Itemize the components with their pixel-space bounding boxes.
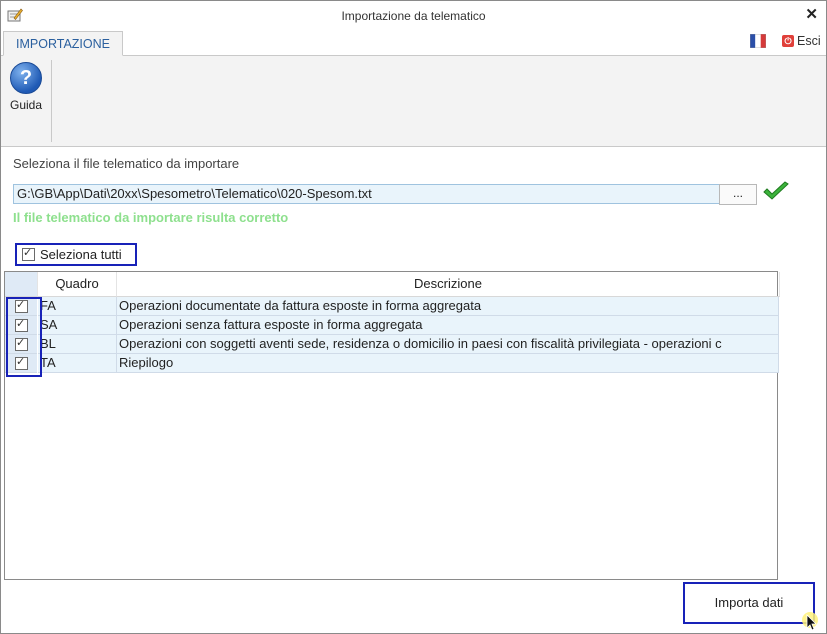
exit-label: Esci [797, 34, 821, 48]
tab-importazione[interactable]: IMPORTAZIONE [3, 31, 123, 56]
ribbon-divider [51, 60, 52, 142]
title-bar: Importazione da telematico ✕ [1, 1, 826, 31]
row-checkbox[interactable] [5, 316, 37, 335]
cell-quadro: BL [38, 335, 117, 354]
table-row[interactable]: SA Operazioni senza fattura esposte in f… [5, 316, 780, 335]
close-button[interactable]: ✕ [805, 5, 818, 23]
column-header-quadro[interactable]: Quadro [38, 272, 117, 297]
row-checkbox[interactable] [5, 354, 37, 373]
help-label: Guida [9, 98, 43, 112]
check-ok-icon [763, 181, 789, 200]
window-title: Importazione da telematico [341, 9, 486, 23]
validation-status: Il file telematico da importare risulta … [13, 210, 289, 225]
file-prompt-label: Seleziona il file telematico da importar… [13, 156, 240, 171]
help-button[interactable]: ? Guida [6, 60, 46, 120]
help-icon: ? [10, 62, 42, 94]
import-dialog: Importazione da telematico ✕ IMPORTAZION… [0, 0, 827, 634]
header-corner[interactable] [5, 272, 38, 297]
french-flag-icon[interactable] [750, 34, 766, 48]
power-icon: ⏻ [782, 35, 794, 47]
table-row[interactable]: TA Riepilogo [5, 354, 780, 373]
quadri-table: Quadro Descrizione FA Operazioni documen… [4, 271, 780, 580]
checkbox-checked-icon [22, 246, 35, 261]
cell-quadro: TA [38, 354, 117, 373]
row-checkbox[interactable] [5, 297, 37, 316]
row-checkbox[interactable] [5, 335, 37, 354]
cell-descrizione: Operazioni senza fattura esposte in form… [117, 316, 779, 335]
browse-button[interactable]: ... [719, 184, 757, 205]
column-header-descrizione[interactable]: Descrizione [117, 272, 780, 297]
cell-descrizione: Operazioni con soggetti aventi sede, res… [117, 335, 779, 354]
import-data-button[interactable]: Importa dati [683, 582, 815, 624]
cell-quadro: SA [38, 316, 117, 335]
cell-descrizione: Operazioni documentate da fattura espost… [117, 297, 779, 316]
tab-strip: IMPORTAZIONE ⏻ Esci [1, 31, 826, 56]
table-row[interactable]: FA Operazioni documentate da fattura esp… [5, 297, 780, 316]
table-header: Quadro Descrizione [5, 272, 780, 297]
select-all-label: Seleziona tutti [40, 247, 122, 262]
ribbon: ? Guida [1, 56, 826, 147]
file-path-field[interactable]: G:\GB\App\Dati\20xx\Spesometro\Telematic… [13, 184, 721, 204]
mouse-cursor-icon [802, 612, 818, 631]
checkbox-checked-icon [15, 317, 28, 332]
cell-quadro: FA [38, 297, 117, 316]
checkbox-checked-icon [15, 355, 28, 370]
table-row[interactable]: BL Operazioni con soggetti aventi sede, … [5, 335, 780, 354]
select-all-checkbox[interactable]: Seleziona tutti [15, 243, 137, 266]
exit-button[interactable]: ⏻ Esci [782, 34, 821, 48]
checkbox-checked-icon [15, 336, 28, 351]
checkbox-checked-icon [15, 298, 28, 313]
cell-descrizione: Riepilogo [117, 354, 779, 373]
